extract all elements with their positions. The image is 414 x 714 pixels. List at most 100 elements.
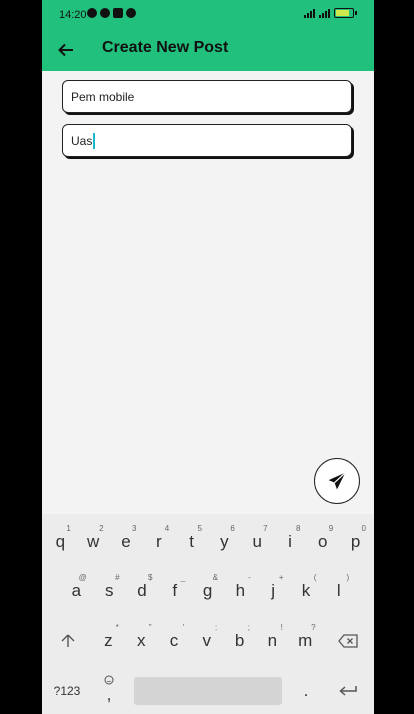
key-j[interactable]: j + — [257, 571, 290, 611]
enter-icon — [339, 686, 357, 696]
key-hint: 2 — [99, 524, 104, 533]
key-hint: + — [278, 573, 284, 582]
key-v[interactable]: v: — [190, 621, 223, 661]
key-n[interactable]: n! — [256, 621, 289, 661]
key-label: f — [172, 581, 178, 600]
key-hint: 7 — [263, 524, 268, 533]
symbols-key[interactable]: ?123 — [48, 671, 86, 711]
spacebar-key[interactable] — [134, 677, 282, 705]
key-label: i — [288, 532, 292, 551]
on-screen-keyboard: q1w2e3r4t5y6u7i8o9p0 a @ s # d $ f _ g & h - j + k(l) … — [42, 514, 374, 714]
keyboard-row-1: q1w2e3r4t5y6u7i8o9p0 — [42, 522, 374, 572]
key-label: w — [87, 532, 100, 551]
key-label: n — [267, 631, 278, 650]
key-label: l — [336, 581, 341, 600]
body-input-value: Uas — [71, 133, 93, 148]
key-hint: ' — [182, 623, 185, 632]
key-hint: : — [214, 623, 218, 632]
key-label: r — [155, 532, 162, 551]
key-hint: ! — [280, 623, 283, 632]
key-hint: 0 — [361, 524, 366, 533]
backspace-icon — [338, 634, 358, 648]
page-title: Create New Post — [102, 39, 229, 56]
key-m[interactable]: m? — [289, 621, 322, 661]
period-key[interactable]: . — [290, 671, 322, 711]
key-e[interactable]: e3 — [110, 522, 143, 562]
key-label: j — [271, 581, 276, 600]
key-label: s — [104, 581, 114, 600]
key-g[interactable]: g & — [191, 571, 224, 611]
key-hint: 3 — [131, 524, 137, 533]
key-label: e — [121, 532, 131, 551]
keyboard-row-2: a @ s # d $ f _ g & h - j + k(l) — [42, 571, 374, 621]
key-y[interactable]: y6 — [208, 522, 241, 562]
key-q[interactable]: q1 — [44, 522, 77, 562]
signal-icon — [304, 8, 315, 18]
system-icons — [304, 8, 357, 18]
key-hint: 6 — [230, 524, 235, 533]
key-hint: _ — [180, 573, 186, 582]
key-t[interactable]: t5 — [175, 522, 208, 562]
body-input[interactable]: Uas — [62, 124, 352, 157]
signal-icon-2 — [319, 8, 330, 18]
key-p[interactable]: p0 — [339, 522, 372, 562]
key-f[interactable]: f _ — [158, 571, 191, 611]
key-label: h — [235, 581, 246, 600]
key-u[interactable]: u7 — [241, 522, 274, 562]
key-w[interactable]: w2 — [77, 522, 110, 562]
key-hint: @ — [78, 573, 87, 582]
notification-icons — [87, 8, 136, 18]
key-hint: ( — [313, 573, 317, 582]
shift-arrow-icon — [61, 634, 75, 647]
app-notification-icon — [100, 8, 110, 18]
back-button[interactable] — [52, 36, 80, 64]
text-caret — [93, 132, 95, 149]
app-bar: Create New Post — [42, 30, 374, 71]
key-label: y — [220, 532, 229, 551]
key-hint: ; — [247, 623, 250, 632]
key-hint: " — [148, 623, 152, 632]
backspace-key[interactable] — [332, 621, 364, 661]
app-screen: 14:20 Create New Post Pem mobile Uas q 1… — [42, 0, 374, 714]
key-label: k — [301, 581, 311, 600]
key-h[interactable]: h- — [224, 571, 257, 611]
key-r[interactable]: r4 — [142, 522, 175, 562]
key-b[interactable]: b; — [223, 621, 256, 661]
key-d[interactable]: d $ — [126, 571, 159, 611]
key-i[interactable]: i8 — [274, 522, 307, 562]
key-hint: * — [115, 623, 119, 632]
key-label: t — [189, 532, 194, 551]
key-label: u — [252, 532, 262, 551]
app-badge-icon — [126, 8, 136, 18]
key-hint: ? — [311, 623, 316, 632]
key-c[interactable]: c ' — [158, 621, 191, 661]
key-hint: & — [212, 573, 218, 582]
key-hint: 4 — [164, 524, 170, 533]
key-label: p — [350, 532, 361, 551]
title-input[interactable]: Pem mobile — [62, 80, 352, 113]
key-l[interactable]: l) — [322, 571, 355, 611]
key-label: d — [137, 581, 147, 600]
key-s[interactable]: s # — [93, 571, 126, 611]
key-label: m — [298, 631, 313, 650]
key-k[interactable]: k( — [290, 571, 323, 611]
key-label: x — [136, 631, 146, 650]
shift-key[interactable] — [52, 621, 84, 661]
paper-plane-icon — [328, 472, 346, 490]
key-hint: ) — [346, 573, 350, 582]
enter-key[interactable] — [332, 671, 364, 711]
keyboard-row-3: z * x " c ' v: b; n! m? — [42, 621, 374, 671]
key-x[interactable]: x " — [125, 621, 158, 661]
send-post-button[interactable] — [314, 458, 360, 504]
key-o[interactable]: o9 — [306, 522, 339, 562]
comma-key[interactable]: , — [92, 671, 126, 711]
key-a[interactable]: a @ — [60, 571, 93, 611]
key-hint: # — [115, 573, 120, 582]
key-hint: $ — [147, 573, 153, 582]
status-time: 14:20 — [59, 9, 87, 21]
battery-icon — [334, 8, 357, 18]
key-label: c — [169, 631, 179, 650]
title-input-value: Pem mobile — [71, 89, 135, 104]
emoji-icon — [104, 675, 114, 685]
key-z[interactable]: z * — [92, 621, 125, 661]
